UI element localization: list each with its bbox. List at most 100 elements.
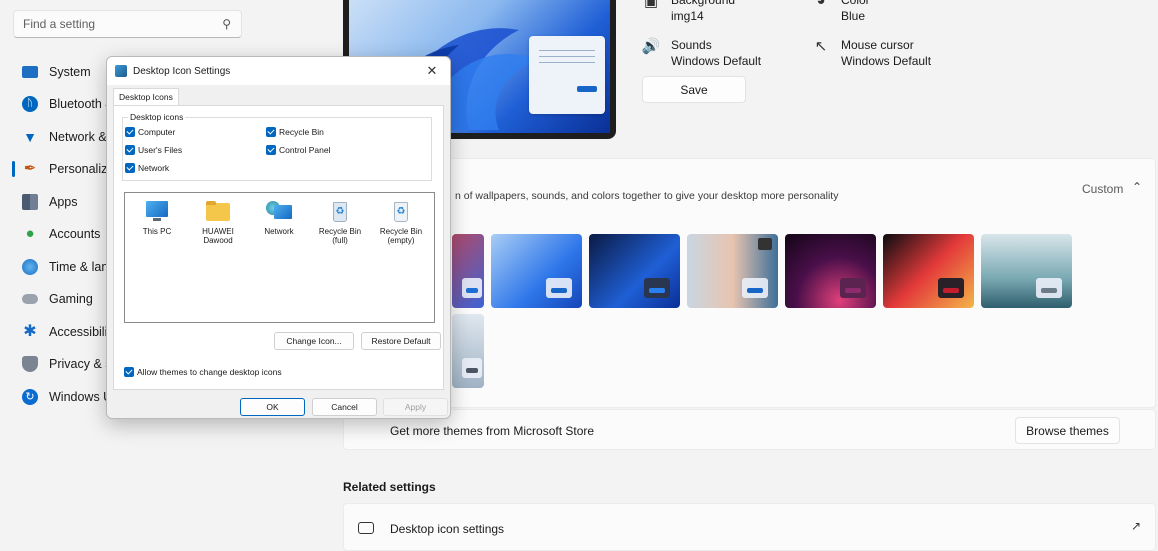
sidebar-item-time-language[interactable]: Time & language [14, 251, 114, 283]
related-settings-heading: Related settings [343, 480, 436, 494]
icon-label-line2: (empty) [387, 236, 415, 245]
brush-icon: ✒ [23, 160, 37, 177]
checkbox-checked-icon[interactable] [125, 145, 135, 155]
icon-label: Network [264, 227, 294, 236]
desktop-icons-group: Desktop icons Computer Recycle Bin User'… [122, 112, 432, 181]
recycle-bin-full-icon: ♻ [327, 201, 353, 223]
sidebar-item-label: Personalization [49, 162, 114, 176]
color-setting[interactable]: ◕ Color Blue [811, 0, 870, 24]
search-icon[interactable]: ⚲ [222, 17, 231, 31]
preview-window [529, 36, 605, 114]
background-setting[interactable]: ▣ Background img14 [641, 0, 735, 24]
allow-themes-checkbox[interactable]: Allow themes to change desktop icons [124, 367, 282, 377]
save-button[interactable]: Save [642, 76, 746, 103]
checkbox-label: User's Files [138, 145, 183, 155]
theme-tile[interactable] [491, 234, 582, 308]
theme-tile[interactable] [981, 234, 1072, 308]
icon-user-files[interactable]: HUAWEI Dawood [188, 201, 248, 245]
sidebar-item-accessibility[interactable]: ✱ Accessibility [14, 316, 114, 348]
cancel-button[interactable]: Cancel [312, 398, 377, 416]
checkbox-label: Allow themes to change desktop icons [137, 367, 282, 377]
speaker-icon: 🔊 [641, 38, 661, 55]
color-value: Blue [841, 9, 866, 23]
recycle-bin-checkbox[interactable]: Recycle Bin [266, 127, 324, 137]
desktop-icon-settings-dialog: Desktop Icon Settings ✕ Desktop Icons De… [106, 56, 451, 419]
desktop-settings-icon [115, 65, 127, 77]
apps-icon [22, 194, 38, 210]
camera-icon [758, 238, 772, 250]
desktop-icon-settings-label: Desktop icon settings [390, 522, 505, 536]
sidebar-item-apps[interactable]: Apps [14, 186, 114, 218]
icon-recycle-bin-full[interactable]: ♻ Recycle Bin (full) [310, 201, 370, 245]
checkbox-checked-icon[interactable] [266, 145, 276, 155]
sidebar-item-system[interactable]: System [14, 56, 114, 88]
background-value: img14 [671, 9, 704, 23]
search-input[interactable] [14, 11, 204, 37]
checkbox-label: Computer [138, 127, 176, 137]
computer-checkbox[interactable]: Computer [125, 127, 175, 137]
checkbox-checked-icon[interactable] [124, 367, 134, 377]
wifi-icon: ▼ [23, 129, 37, 145]
accessibility-icon: ✱ [23, 323, 37, 340]
gamepad-icon [22, 294, 38, 304]
network-checkbox[interactable]: Network [125, 163, 169, 173]
sounds-setting[interactable]: 🔊 Sounds Windows Default [641, 37, 761, 69]
folder-icon [205, 201, 231, 223]
palette-icon: ◕ [816, 0, 826, 9]
icon-recycle-bin-empty[interactable]: ♻ Recycle Bin (empty) [371, 201, 431, 245]
dialog-titlebar[interactable]: Desktop Icon Settings ✕ [107, 57, 450, 85]
users-files-checkbox[interactable]: User's Files [125, 145, 182, 155]
theme-tile[interactable] [883, 234, 974, 308]
search-box[interactable]: ⚲ [13, 10, 242, 38]
change-icon-button[interactable]: Change Icon... [274, 332, 354, 350]
theme-tile[interactable] [785, 234, 876, 308]
sounds-label: Sounds [671, 38, 712, 52]
control-panel-checkbox[interactable]: Control Panel [266, 145, 331, 155]
color-label: Color [841, 0, 870, 7]
checkbox-checked-icon[interactable] [266, 127, 276, 137]
close-button[interactable]: ✕ [422, 62, 442, 80]
sidebar-item-personalization[interactable]: ✒ Personalization [14, 153, 114, 185]
icon-label: Recycle Bin [379, 227, 423, 236]
sidebar-item-label: Gaming [49, 292, 93, 306]
browse-themes-button[interactable]: Browse themes [1015, 417, 1120, 444]
sidebar-item-windows-update[interactable]: ↻ Windows Update [14, 381, 114, 413]
chevron-up-icon[interactable]: ⌃ [1132, 180, 1142, 194]
restore-default-button[interactable]: Restore Default [361, 332, 441, 350]
checkbox-label: Network [138, 163, 170, 173]
cursor-icon: ↖ [814, 38, 828, 55]
network-globe-icon [266, 201, 292, 223]
sidebar-item-label: Network & internet [49, 130, 114, 144]
icon-this-pc[interactable]: This PC [127, 201, 187, 236]
sidebar-item-privacy[interactable]: Privacy & security [14, 348, 114, 380]
external-link-icon[interactable]: ↗ [1131, 519, 1141, 533]
themes-description: n of wallpapers, sounds, and colors toge… [455, 190, 839, 202]
cursor-setting[interactable]: ↖ Mouse cursor Windows Default [811, 37, 931, 69]
sidebar-item-accounts[interactable]: ● Accounts [14, 218, 114, 250]
sidebar-item-network[interactable]: ▼ Network & internet [14, 121, 114, 153]
checkbox-checked-icon[interactable] [125, 163, 135, 173]
icon-network[interactable]: Network [249, 201, 309, 236]
background-label: Background [671, 0, 736, 7]
sidebar-item-label: Accessibility [49, 325, 114, 339]
image-icon: ▣ [643, 0, 659, 10]
person-icon: ● [25, 225, 35, 242]
theme-tile[interactable] [452, 314, 484, 388]
tab-desktop-icons[interactable]: Desktop Icons [113, 88, 179, 105]
ok-button[interactable]: OK [240, 398, 305, 416]
apply-button[interactable]: Apply [383, 398, 448, 416]
this-pc-icon [144, 201, 170, 223]
sounds-value: Windows Default [671, 54, 762, 68]
checkbox-checked-icon[interactable] [125, 127, 135, 137]
current-theme-label[interactable]: Custom [1082, 182, 1123, 196]
group-label: Desktop icons [128, 112, 186, 122]
desktop-icon-list[interactable]: This PC HUAWEI Dawood Network ♻ Recycle … [124, 192, 435, 323]
theme-tile[interactable] [687, 234, 778, 308]
sidebar-item-bluetooth[interactable]: ᚢ Bluetooth & devices [14, 88, 114, 120]
shield-icon [22, 356, 38, 372]
theme-tile[interactable] [589, 234, 680, 308]
sidebar-item-gaming[interactable]: Gaming [14, 283, 114, 315]
checkbox-label: Control Panel [279, 145, 331, 155]
update-icon: ↻ [22, 389, 38, 405]
theme-tile[interactable] [452, 234, 484, 308]
